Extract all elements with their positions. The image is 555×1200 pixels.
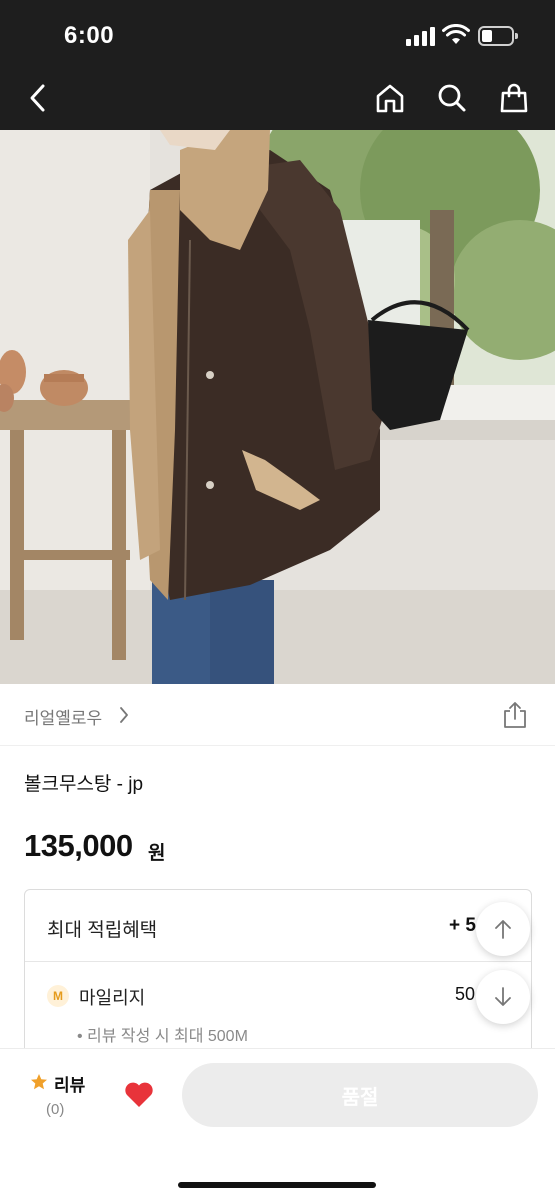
top-navigation-bar (0, 66, 555, 130)
search-button[interactable] (434, 80, 470, 116)
star-icon (31, 1074, 47, 1090)
review-button[interactable]: 리뷰 (54, 1071, 85, 1096)
arrow-up-icon (495, 920, 511, 939)
mileage-badge-icon: M (47, 985, 69, 1007)
bottom-action-bar: 리뷰 (0) 품절 (0, 1048, 555, 1200)
mileage-value: 50 (455, 984, 476, 1004)
battery-icon (478, 26, 518, 46)
mileage-label: 마일리지 (79, 988, 146, 1008)
benefit-header[interactable]: 최대 적립혜택 + 5 (25, 890, 531, 962)
product-price: 135,000 (24, 828, 133, 863)
benefit-total: + 5 (449, 915, 476, 936)
share-icon[interactable] (502, 701, 528, 729)
scroll-down-button[interactable] (476, 970, 530, 1024)
search-icon (438, 84, 466, 112)
product-photo (0, 130, 555, 684)
status-time: 6:00 (64, 22, 115, 49)
arrow-down-icon (495, 987, 511, 1006)
price-currency: 원 (148, 843, 166, 864)
cellular-signal-icon (406, 26, 436, 46)
chevron-right-icon[interactable] (118, 705, 130, 725)
soldout-button: 품절 (182, 1063, 538, 1127)
home-indicator (178, 1182, 376, 1188)
heart-icon[interactable] (124, 1081, 154, 1108)
home-icon (376, 84, 404, 113)
shopping-bag-icon (500, 83, 528, 113)
mileage-note: • 리뷰 작성 시 최대 500M (77, 1028, 248, 1045)
benefit-title: 최대 적립혜택 (47, 920, 158, 941)
brand-row: 리얼옐로우 (0, 684, 555, 746)
back-button[interactable] (20, 80, 56, 116)
scroll-up-button[interactable] (476, 902, 530, 956)
review-count: (0) (46, 1101, 65, 1118)
product-image[interactable] (0, 130, 555, 684)
brand-link[interactable]: 리얼옐로우 (24, 704, 102, 729)
product-name: 볼크무스탕 - jp (24, 774, 144, 795)
wifi-icon (442, 24, 470, 44)
cart-button[interactable] (496, 80, 532, 116)
home-button[interactable] (372, 80, 408, 116)
status-bar: 6:00 (0, 0, 555, 66)
chevron-left-icon (30, 84, 45, 112)
